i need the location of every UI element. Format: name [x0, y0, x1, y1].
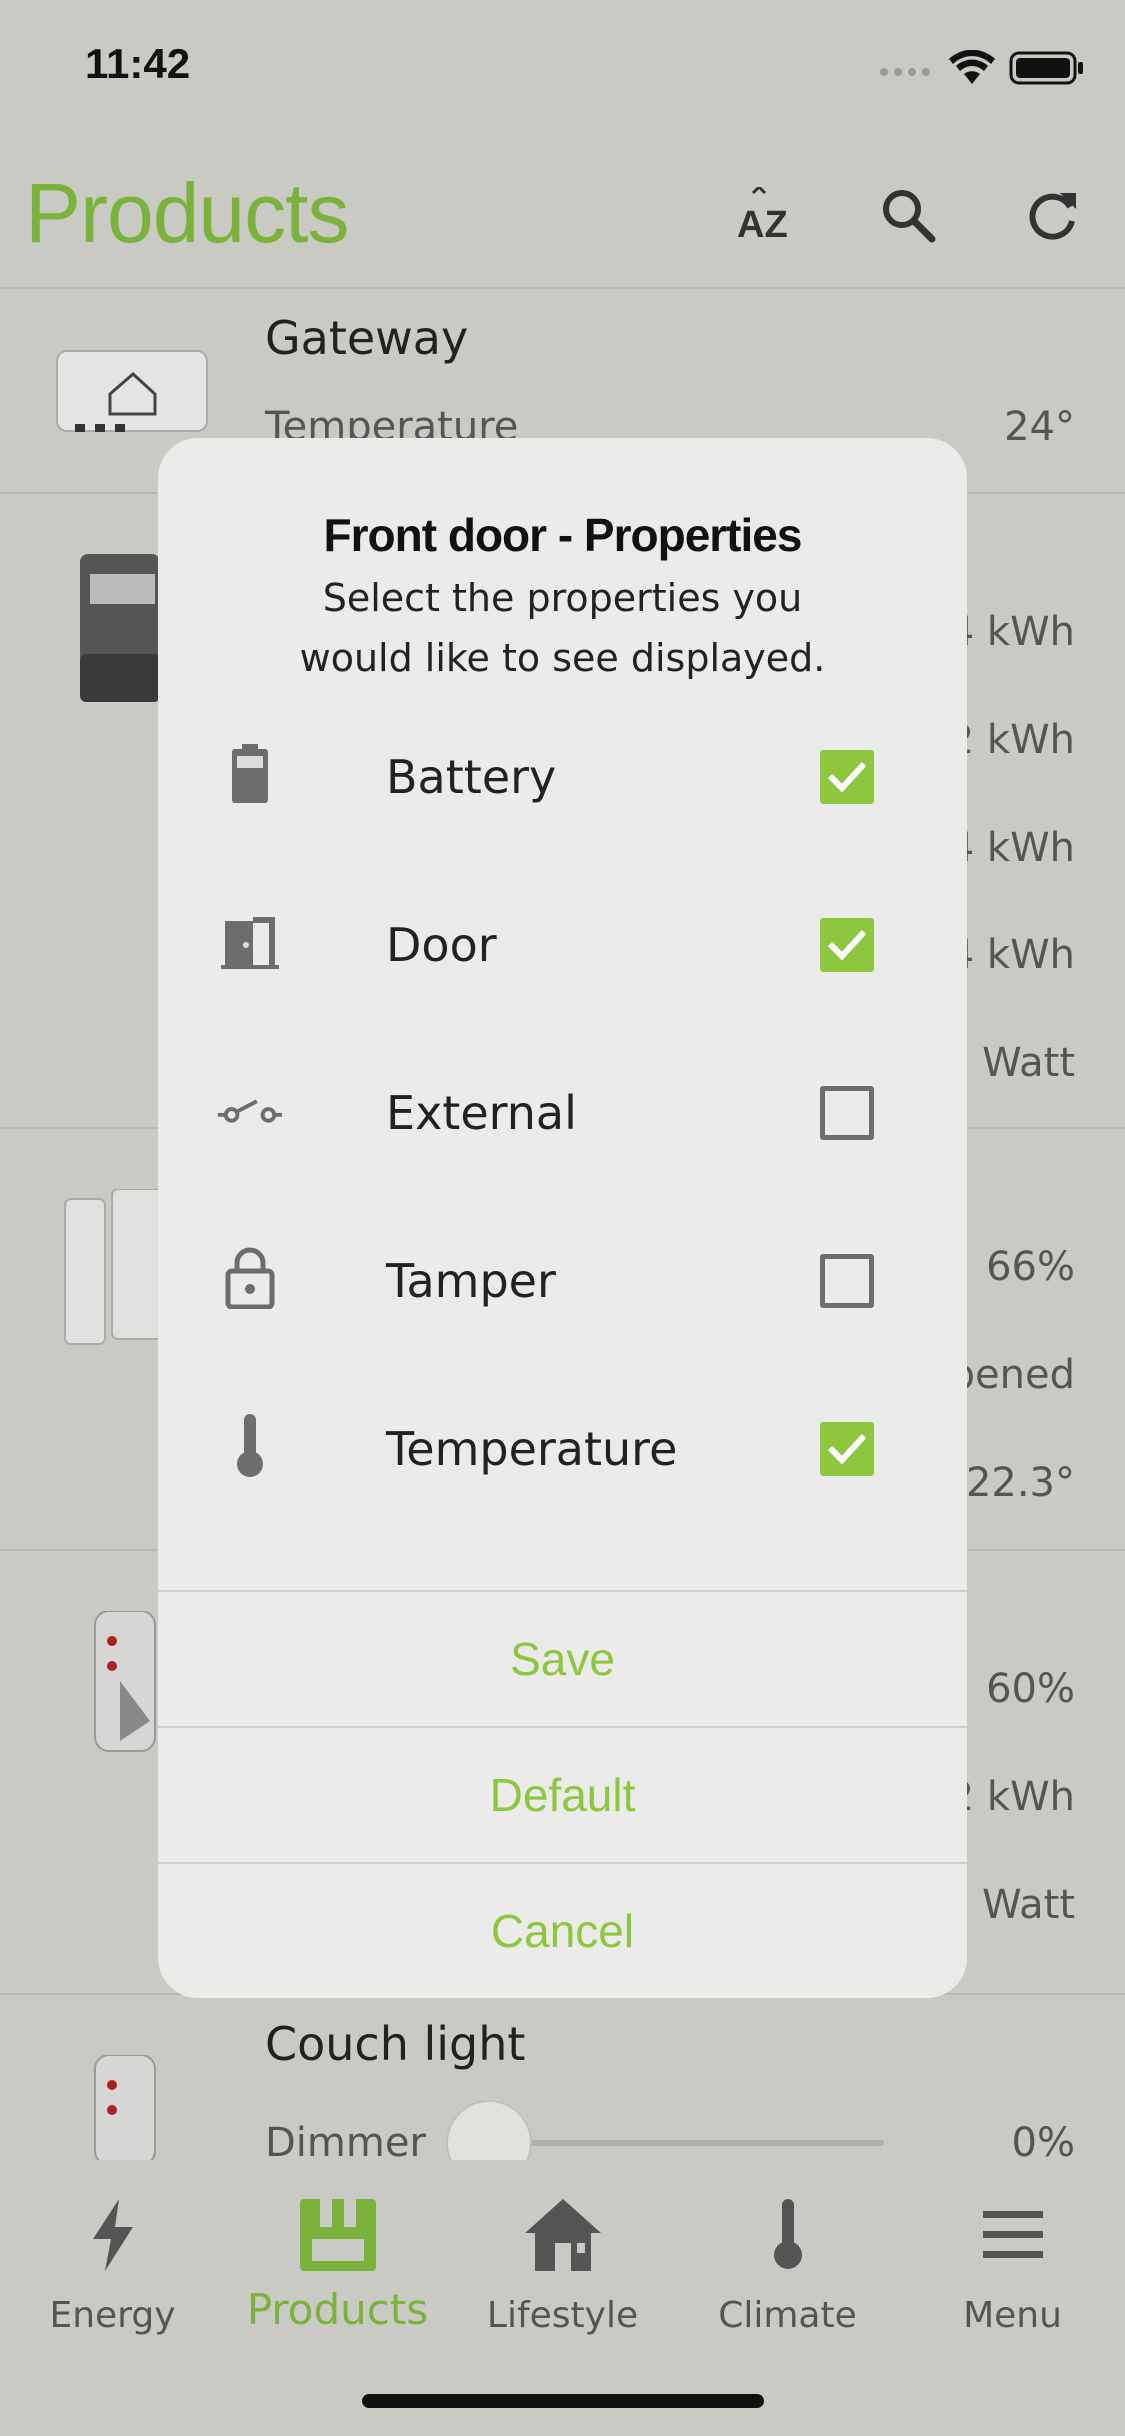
checkmark-icon [827, 929, 867, 961]
checkmark-icon [827, 761, 867, 793]
door-checkbox[interactable] [820, 918, 874, 972]
tamper-checkbox[interactable] [820, 1254, 874, 1308]
hamburger-icon [900, 2180, 1125, 2290]
property-row-battery[interactable]: Battery [158, 724, 967, 824]
plug-icon [225, 2180, 450, 2290]
tab-label: Energy [49, 2295, 176, 2336]
switch-icon [218, 1078, 282, 1142]
thermometer-icon [675, 2180, 900, 2290]
lock-icon [218, 1246, 282, 1310]
door-icon [218, 910, 282, 974]
tab-products[interactable]: Products [225, 2180, 450, 2380]
tab-energy[interactable]: Energy [0, 2180, 225, 2380]
dialog-subtitle-line: would like to see displayed. [299, 636, 826, 680]
tab-label: Lifestyle [486, 2295, 639, 2336]
tab-menu[interactable]: Menu [900, 2180, 1125, 2380]
dialog-title: Front door - Properties [323, 509, 803, 561]
house-icon [450, 2180, 675, 2290]
property-label: Door [386, 918, 497, 972]
property-row-door[interactable]: Door [158, 892, 967, 992]
temperature-checkbox[interactable] [820, 1422, 874, 1476]
dialog-subtitle: Select the properties you would like to … [158, 568, 967, 688]
tab-label: Products [246, 2285, 429, 2334]
properties-dialog: Front door - Properties Select the prope… [158, 438, 967, 1998]
tab-label: Menu [963, 2295, 1062, 2336]
battery-checkbox[interactable] [820, 750, 874, 804]
thermometer-icon [218, 1414, 282, 1478]
save-button[interactable]: Save [158, 1590, 967, 1726]
tab-label: Climate [718, 2295, 857, 2336]
default-button[interactable]: Default [158, 1726, 967, 1862]
property-label: Tamper [386, 1254, 556, 1308]
property-row-external[interactable]: External [158, 1060, 967, 1160]
tab-lifestyle[interactable]: Lifestyle [450, 2180, 675, 2380]
cancel-button[interactable]: Cancel [158, 1862, 967, 1998]
tab-climate[interactable]: Climate [675, 2180, 900, 2380]
dialog-subtitle-line: Select the properties you [322, 576, 803, 620]
lightning-icon [0, 2180, 225, 2290]
checkmark-icon [827, 1433, 867, 1465]
property-label: Temperature [386, 1422, 678, 1476]
property-label: Battery [386, 750, 557, 804]
external-checkbox[interactable] [820, 1086, 874, 1140]
property-row-temperature[interactable]: Temperature [158, 1396, 967, 1496]
property-label: External [386, 1086, 577, 1140]
battery-icon [218, 742, 282, 806]
home-indicator[interactable] [362, 2394, 764, 2408]
property-row-tamper[interactable]: Tamper [158, 1228, 967, 1328]
